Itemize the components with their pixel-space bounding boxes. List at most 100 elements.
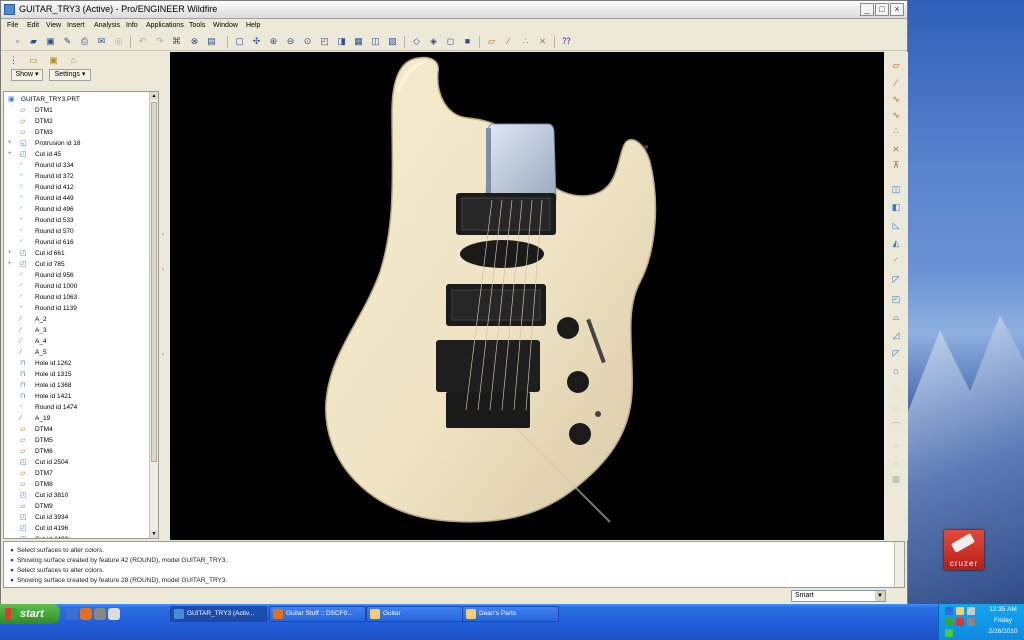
tree-scrollbar[interactable]: ▲ ▼ [149, 92, 158, 538]
model-tree[interactable]: ◰ Cut id 4490 ◰ Cut id 4196 ◰ Cut id 3934 ▱ DTM… [3, 91, 159, 539]
graphics-window[interactable] [170, 52, 884, 540]
model-tree-icon[interactable]: ⌘ [170, 35, 183, 48]
clock-time[interactable]: 12:35 AM [983, 606, 1023, 613]
chamfer-tool-icon[interactable]: ◸ [889, 272, 903, 286]
layers-icon[interactable]: ▤ [205, 35, 218, 48]
app-icon[interactable] [4, 4, 15, 15]
open-icon[interactable]: ▰ [27, 35, 40, 48]
model-tree-tab-icon[interactable]: ⋮ [7, 54, 20, 67]
show-dropdown[interactable]: Show ▾ [11, 69, 43, 81]
menu-applications[interactable]: Applications [146, 22, 184, 29]
regenerate-icon[interactable]: ✎ [61, 35, 74, 48]
saved-views-icon[interactable]: ◨ [335, 35, 348, 48]
tray-device-icon[interactable] [967, 607, 975, 615]
save-icon[interactable]: ▣ [44, 35, 57, 48]
zoom-out-icon[interactable]: ⊖ [284, 35, 297, 48]
tree-item[interactable]: ▱ DTM4 [4, 424, 148, 435]
solidify-tool-icon[interactable]: ▦ [889, 472, 903, 486]
tree-item[interactable]: ▱ DTM2 [4, 116, 148, 127]
tray-folder-icon[interactable] [956, 607, 964, 615]
tree-item[interactable]: ◜ Round id 570 [4, 226, 148, 237]
tree-item[interactable]: ▱ DTM7 [4, 468, 148, 479]
tree-item[interactable]: ◰ Cut id 3934 [4, 512, 148, 523]
tree-item[interactable]: ◜ Round id 1474 [4, 402, 148, 413]
close-button[interactable]: × [890, 3, 904, 16]
message-scrollbar[interactable] [894, 542, 904, 587]
menu-tools[interactable]: Tools [189, 22, 205, 29]
context-help-icon[interactable]: ⁇ [560, 35, 573, 48]
layer-icon[interactable]: ▦ [352, 35, 365, 48]
datum-planes-icon[interactable]: ▱ [485, 35, 498, 48]
extrude-tool-icon[interactable]: ◫ [889, 182, 903, 196]
tree-item[interactable]: ▱ DTM3 [4, 127, 148, 138]
shell-tool-icon[interactable]: ⌓ [889, 310, 903, 324]
tree-item[interactable]: ◰ Cut id 2504 [4, 457, 148, 468]
task-deans-parts[interactable]: Dean's Parts [462, 606, 559, 622]
expand-icon[interactable]: + [8, 149, 14, 160]
coordinate-system-tool-icon[interactable]: ⨯ [889, 142, 903, 156]
expand-icon[interactable]: + [8, 248, 14, 259]
tree-item[interactable]: ▱ DTM1 [4, 105, 148, 116]
datum-point-tool-icon[interactable]: ∴ [889, 124, 903, 138]
tree-item[interactable]: ⊓ Hole id 1421 [4, 391, 148, 402]
favorites-tab-icon[interactable]: ▣ [47, 54, 60, 67]
tree-item[interactable]: ⊓ Hole id 1368 [4, 380, 148, 391]
email-icon[interactable]: ✉ [95, 35, 108, 48]
round-tool-icon[interactable]: ◜ [889, 254, 903, 268]
tree-item[interactable]: ◰ Cut id 4490 [4, 534, 148, 538]
tree-item[interactable]: ◜ Round id 956 [4, 270, 148, 281]
tree-item[interactable]: ⊓ Hole id 1315 [4, 369, 148, 380]
scroll-up-arrow[interactable]: ▲ [150, 92, 158, 100]
task-firefox[interactable]: Guitar Stuff :: DSCF0... [269, 606, 366, 622]
selection-filter-select[interactable]: Smart ▼ [791, 590, 886, 602]
tree-root-item[interactable]: ▣ GUITAR_TRY3.PRT [4, 94, 148, 105]
menu-file[interactable]: File [7, 22, 18, 29]
tree-item[interactable]: ▱ DTM8 [4, 479, 148, 490]
task-proe[interactable]: GUITAR_TRY3 (Activ... [170, 606, 267, 622]
merge-tool-icon[interactable]: ◌ [889, 402, 903, 416]
tray-network-icon[interactable] [945, 607, 953, 615]
tree-item[interactable]: ◜ Round id 1063 [4, 292, 148, 303]
datum-axes-icon[interactable]: ⁄ [502, 35, 515, 48]
menu-help[interactable]: Help [246, 22, 260, 29]
tree-item[interactable]: ▱ DTM9 [4, 501, 148, 512]
hole-tool-icon[interactable]: ◰ [889, 292, 903, 306]
tree-item[interactable]: ⁄ A_3 [4, 325, 148, 336]
expand-icon[interactable]: + [8, 138, 14, 149]
tree-item[interactable]: ◜ Round id 449 [4, 193, 148, 204]
tree-item[interactable]: ◰ Cut id 4196 [4, 523, 148, 534]
scroll-down-arrow[interactable]: ▼ [150, 530, 158, 538]
quicklaunch-window-icon[interactable] [108, 608, 120, 620]
menu-analysis[interactable]: Analysis [94, 22, 120, 29]
redo-icon[interactable]: ↷ [153, 35, 166, 48]
tree-item[interactable]: ◜ Round id 616 [4, 237, 148, 248]
orient-icon[interactable]: ◰ [318, 35, 331, 48]
maximize-button[interactable]: □ [875, 3, 889, 16]
tree-item[interactable]: ◜ Round id 334 [4, 160, 148, 171]
firefox-icon[interactable] [80, 608, 92, 620]
extend-tool-icon[interactable]: ▫ [889, 438, 903, 452]
spin-center-icon[interactable]: ✣ [250, 35, 263, 48]
new-icon[interactable]: ▫ [11, 35, 24, 48]
tray-alert-icon[interactable] [956, 618, 964, 626]
blend-tool-icon[interactable]: ◭ [889, 236, 903, 250]
tree-item[interactable]: + ◰ Cut id 661 [4, 248, 148, 259]
tray-volume-icon[interactable] [967, 618, 975, 626]
start-button[interactable]: start [0, 604, 60, 624]
minimize-button[interactable]: _ [860, 3, 874, 16]
tray-security-icon[interactable] [945, 618, 953, 626]
print-icon[interactable]: ⎙ [78, 35, 91, 48]
guitar-model[interactable] [170, 52, 884, 540]
datum-curve-tool-icon[interactable]: ∿ [889, 108, 903, 122]
shading-icon[interactable]: ■ [461, 35, 474, 48]
scroll-thumb[interactable] [151, 102, 157, 462]
send-icon[interactable]: ◎ [112, 35, 125, 48]
tree-item[interactable]: + ◱ Protrusion id 18 [4, 138, 148, 149]
draft-tool-icon[interactable]: ◸ [889, 346, 903, 360]
datum-plane-tool-icon[interactable]: ▱ [889, 58, 903, 72]
tree-item[interactable]: ⊓ Hole id 1262 [4, 358, 148, 369]
repaint-icon[interactable]: ▢ [233, 35, 246, 48]
offset-tool-icon[interactable]: ▫ [889, 456, 903, 470]
tree-item[interactable]: ◜ Round id 412 [4, 182, 148, 193]
settings-dropdown[interactable]: Settings ▾ [49, 69, 91, 81]
